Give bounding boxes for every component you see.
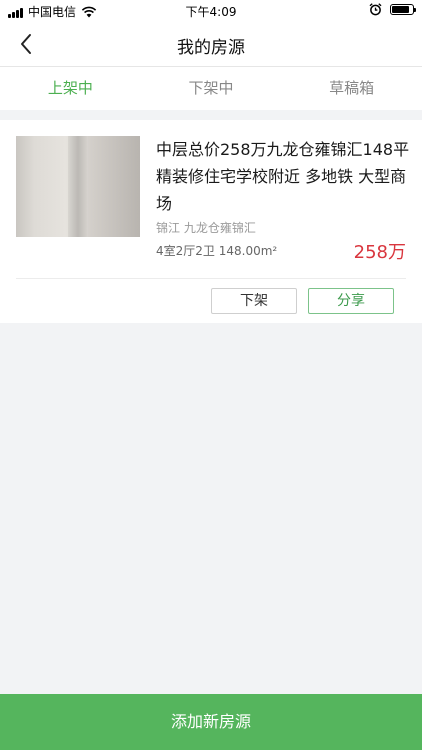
page-title: 我的房源 <box>177 38 245 58</box>
card-divider <box>16 278 406 279</box>
battery-fill <box>392 6 409 13</box>
status-right <box>369 3 416 16</box>
listing-title[interactable]: 中层总价258万九龙仓雍锦汇148平精装修住宅学校附近 多地铁 大型商场 <box>156 136 412 217</box>
status-bar: 中国电信 下午4:09 <box>0 0 422 22</box>
battery-icon <box>390 4 416 15</box>
listing-card[interactable]: 中层总价258万九龙仓雍锦汇148平精装修住宅学校附近 多地铁 大型商场 锦江 … <box>0 120 422 323</box>
listing-specs: 4室2厅2卫 148.00m² <box>156 244 278 258</box>
page: 中国电信 下午4:09 我的房源 上架中 下架中 草稿箱 中层总价258万九龙仓… <box>0 0 422 750</box>
share-button[interactable]: 分享 <box>308 288 394 314</box>
listing-thumbnail[interactable] <box>16 136 140 237</box>
add-listing-button[interactable]: 添加新房源 <box>0 694 422 750</box>
listing-location: 锦江 九龙仓雍锦汇 <box>156 221 256 235</box>
tab-drafts[interactable]: 草稿箱 <box>281 67 422 110</box>
nav-bar: 我的房源 <box>0 22 422 66</box>
tab-listed[interactable]: 上架中 <box>0 67 141 110</box>
alarm-icon <box>369 3 382 16</box>
tab-delisted[interactable]: 下架中 <box>141 67 282 110</box>
listing-price: 258万 <box>353 242 406 263</box>
delist-button[interactable]: 下架 <box>211 288 297 314</box>
tab-bar: 上架中 下架中 草稿箱 <box>0 66 422 110</box>
status-time: 下午4:09 <box>185 5 237 19</box>
